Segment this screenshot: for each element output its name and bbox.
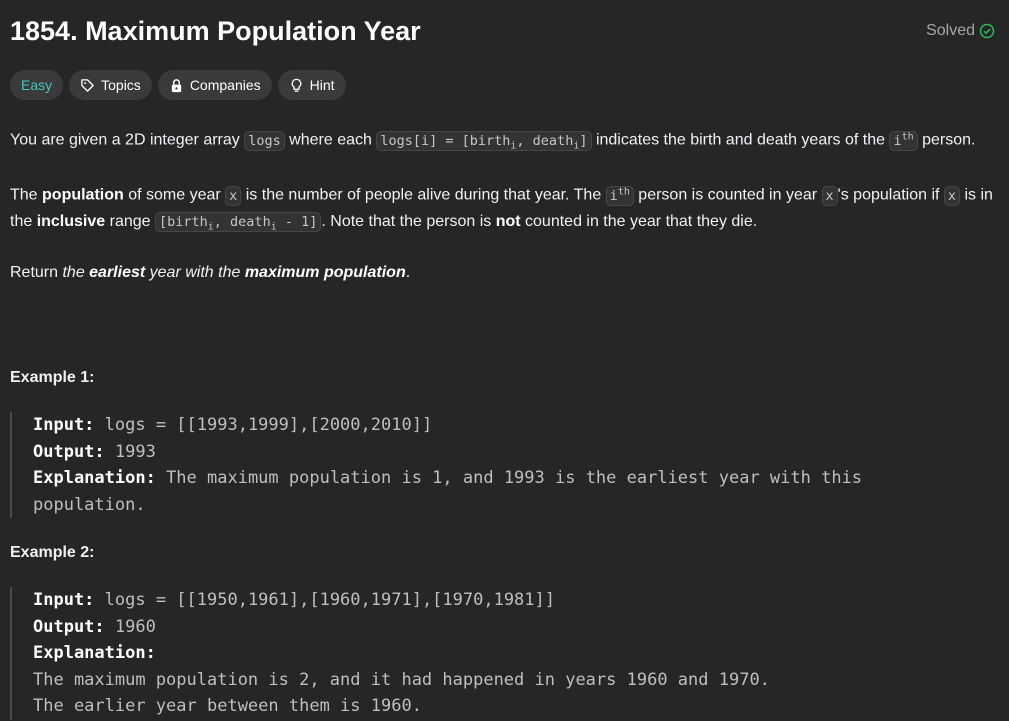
difficulty-badge: Easy [10, 70, 64, 100]
lock-icon [171, 78, 181, 92]
problem-description: 1854. Maximum Population Year Solved Eas… [0, 0, 1009, 286]
tag-icon [81, 78, 94, 92]
check-circle-icon [979, 23, 995, 39]
problem-title[interactable]: 1854. Maximum Population Year [10, 16, 421, 47]
example-title: Example 1: [10, 369, 95, 386]
hint-button[interactable]: Hint [277, 70, 346, 100]
companies-button[interactable]: Companies [157, 70, 272, 100]
topics-label: Topics [101, 77, 141, 93]
hint-label: Hint [309, 77, 335, 93]
solved-status: Solved [926, 22, 995, 40]
description-paragraph: Return the earliest year with the maximu… [10, 264, 411, 282]
description-paragraph: You are given a 2D integer array logs wh… [10, 130, 976, 152]
example-block: Input: logs = [[1950,1961],[1960,1971],[… [10, 587, 970, 720]
description-paragraph: The population of some year x is the num… [10, 185, 993, 233]
example-title: Example 2: [10, 544, 95, 561]
example-block: Input: logs = [[1993,1999],[2000,2010]] … [10, 412, 970, 518]
lightbulb-icon [291, 78, 302, 92]
companies-label: Companies [189, 77, 261, 93]
topics-button[interactable]: Topics [69, 70, 152, 100]
solved-label: Solved [926, 22, 975, 39]
